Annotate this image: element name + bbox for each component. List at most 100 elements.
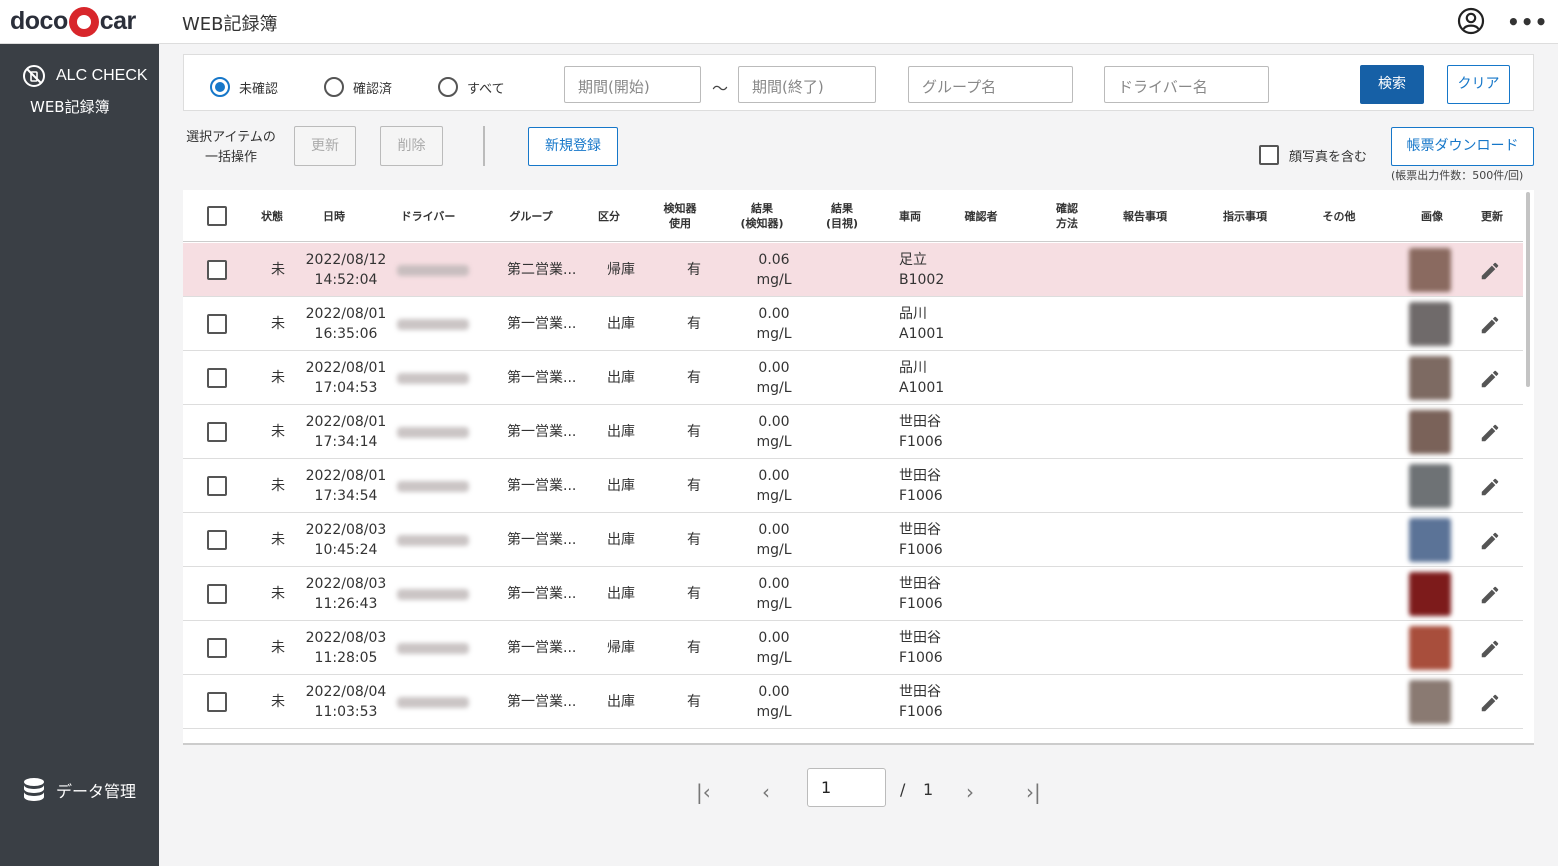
row-checkbox[interactable]: [207, 405, 227, 459]
edit-pencil-icon[interactable]: [1479, 638, 1501, 660]
col-result-visual[interactable]: 結果 (目視): [818, 190, 866, 242]
radio-all[interactable]: すべて: [438, 77, 505, 97]
driver-photo-thumbnail[interactable]: [1409, 680, 1451, 724]
sidebar-item-data-management[interactable]: データ管理: [22, 777, 136, 803]
col-group[interactable]: グループ: [499, 190, 563, 242]
cell-category: 出庫: [607, 370, 635, 386]
row-checkbox[interactable]: [207, 297, 227, 351]
col-image[interactable]: 画像: [1413, 190, 1451, 242]
table-scrollbar[interactable]: [1526, 192, 1530, 387]
table-row[interactable]: 未 2022/08/01 16:35:06 第一営業... 出庫 有 0.00 mg/L 品川 A…: [183, 297, 1523, 351]
col-datetime[interactable]: 日時: [308, 190, 360, 242]
edit-pencil-icon[interactable]: [1479, 422, 1501, 444]
period-start-input[interactable]: 期間(開始): [564, 66, 701, 103]
table-row[interactable]: 未 2022/08/03 11:26:43 第一営業... 出庫 有 0.00 mg/L 世田谷…: [183, 567, 1523, 621]
account-icon[interactable]: [1457, 7, 1485, 35]
table-row[interactable]: 未 2022/08/03 11:28:05 第一営業... 帰庫 有 0.00 mg/L 世田谷…: [183, 621, 1523, 675]
cell-datetime: 2022/08/01 17:04:53: [301, 351, 391, 405]
include-face-photo-checkbox[interactable]: 顔写真を含む: [1259, 145, 1367, 165]
report-download-button[interactable]: 帳票ダウンロード: [1391, 127, 1534, 166]
driver-photo-thumbnail[interactable]: [1409, 302, 1451, 346]
edit-pencil-icon[interactable]: [1479, 530, 1501, 552]
cell-detector: 有: [687, 316, 701, 332]
edit-pencil-icon[interactable]: [1479, 476, 1501, 498]
col-other[interactable]: その他: [1313, 190, 1365, 242]
driver-photo-thumbnail[interactable]: [1409, 518, 1451, 562]
cell-vehicle-number: F1006: [899, 596, 943, 612]
row-checkbox[interactable]: [207, 513, 227, 567]
cell-group: 第二営業...: [507, 262, 577, 278]
row-checkbox[interactable]: [207, 621, 227, 675]
more-menu-icon[interactable]: •••: [1507, 12, 1548, 32]
edit-pencil-icon[interactable]: [1479, 260, 1501, 282]
page-number-input[interactable]: 1: [807, 768, 886, 807]
app-logo[interactable]: doco car: [10, 4, 136, 38]
col-driver[interactable]: ドライバー: [388, 190, 468, 242]
radio-confirmed[interactable]: 確認済: [324, 77, 392, 97]
driver-photo-thumbnail[interactable]: [1409, 464, 1451, 508]
action-divider: [483, 126, 485, 166]
table-row[interactable]: 未 2022/08/03 10:45:24 第一営業... 出庫 有 0.00 mg/L 世田谷…: [183, 513, 1523, 567]
driver-photo-thumbnail[interactable]: [1409, 248, 1451, 292]
row-checkbox[interactable]: [207, 675, 227, 729]
logo-ring-icon: [68, 7, 99, 37]
bulk-delete-button[interactable]: 削除: [380, 126, 443, 166]
col-vehicle[interactable]: 車両: [893, 190, 927, 242]
edit-pencil-icon[interactable]: [1479, 368, 1501, 390]
row-checkbox[interactable]: [207, 351, 227, 405]
driver-photo-thumbnail[interactable]: [1409, 626, 1451, 670]
col-result-detector[interactable]: 結果 (検知器): [733, 190, 791, 242]
table-row[interactable]: 未 2022/08/01 17:34:54 第一営業... 出庫 有 0.00 mg/L 世田谷…: [183, 459, 1523, 513]
select-all-checkbox[interactable]: [207, 190, 227, 242]
logo-text-right: car: [99, 6, 137, 35]
row-checkbox[interactable]: [207, 459, 227, 513]
driver-photo-thumbnail[interactable]: [1409, 572, 1451, 616]
col-category[interactable]: 区分: [591, 190, 627, 242]
row-checkbox[interactable]: [207, 567, 227, 621]
edit-pencil-icon[interactable]: [1479, 692, 1501, 714]
col-detector[interactable]: 検知器 使用: [657, 190, 703, 242]
table-row[interactable]: 未 2022/08/12 14:52:04 第二営業... 帰庫 有 0.06 mg/L 足立 B…: [183, 243, 1523, 297]
bulk-update-button[interactable]: 更新: [294, 126, 356, 166]
cell-result-unit: mg/L: [756, 326, 792, 342]
cell-vehicle: 足立 B1002: [899, 243, 969, 297]
search-button[interactable]: 検索: [1360, 65, 1424, 104]
period-end-input[interactable]: 期間(終了): [738, 66, 876, 103]
table-row[interactable]: 未 2022/08/01 17:34:14 第一営業... 出庫 有 0.00 mg/L 世田谷…: [183, 405, 1523, 459]
sidebar: ALC CHECK WEB記録簿 データ管理: [0, 44, 159, 866]
sidebar-item-web-record[interactable]: WEB記録簿: [30, 96, 110, 117]
driver-name-input[interactable]: ドライバー名: [1104, 66, 1269, 103]
edit-pencil-icon[interactable]: [1479, 314, 1501, 336]
logo-text-left: doco: [10, 6, 68, 35]
cell-result-unit: mg/L: [756, 380, 792, 396]
cell-vehicle-area: 品川: [899, 360, 927, 376]
table-row[interactable]: 未 2022/08/01 17:04:53 第一営業... 出庫 有 0.00 mg/L 品川 A…: [183, 351, 1523, 405]
table-row[interactable]: 未 2022/08/04 11:03:53 第一営業... 出庫 有 0.00 mg/L 世田谷…: [183, 675, 1523, 729]
cell-vehicle-area: 足立: [899, 252, 927, 268]
sidebar-item-alc-check[interactable]: ALC CHECK: [22, 64, 148, 88]
prev-page-icon[interactable]: ‹: [762, 780, 770, 804]
driver-photo-thumbnail[interactable]: [1409, 356, 1451, 400]
next-page-icon[interactable]: ›: [966, 780, 974, 804]
col-report[interactable]: 報告事項: [1113, 190, 1177, 242]
driver-photo-thumbnail[interactable]: [1409, 410, 1451, 454]
col-confirm-method[interactable]: 確認 方法: [1047, 190, 1087, 242]
first-page-icon[interactable]: |‹: [696, 780, 711, 804]
clear-button[interactable]: クリア: [1447, 65, 1510, 104]
radio-selected-icon: [210, 77, 230, 97]
col-status[interactable]: 状態: [253, 190, 291, 242]
cell-datetime: 2022/08/03 11:26:43: [301, 567, 391, 621]
cell-result-value: 0.00: [758, 576, 790, 592]
group-name-input[interactable]: グループ名: [908, 66, 1073, 103]
radio-unconfirmed[interactable]: 未確認: [210, 77, 278, 97]
cell-time: 11:03:53: [314, 704, 378, 720]
edit-pencil-icon[interactable]: [1479, 584, 1501, 606]
cell-result-unit: mg/L: [756, 488, 792, 504]
cell-group: 第一営業...: [507, 694, 577, 710]
new-entry-button[interactable]: 新規登録: [528, 127, 618, 166]
col-confirmer[interactable]: 確認者: [959, 190, 1003, 242]
last-page-icon[interactable]: ›|: [1026, 780, 1041, 804]
row-checkbox[interactable]: [207, 243, 227, 297]
col-instruction[interactable]: 指示事項: [1213, 190, 1277, 242]
checkbox-icon: [207, 260, 227, 280]
